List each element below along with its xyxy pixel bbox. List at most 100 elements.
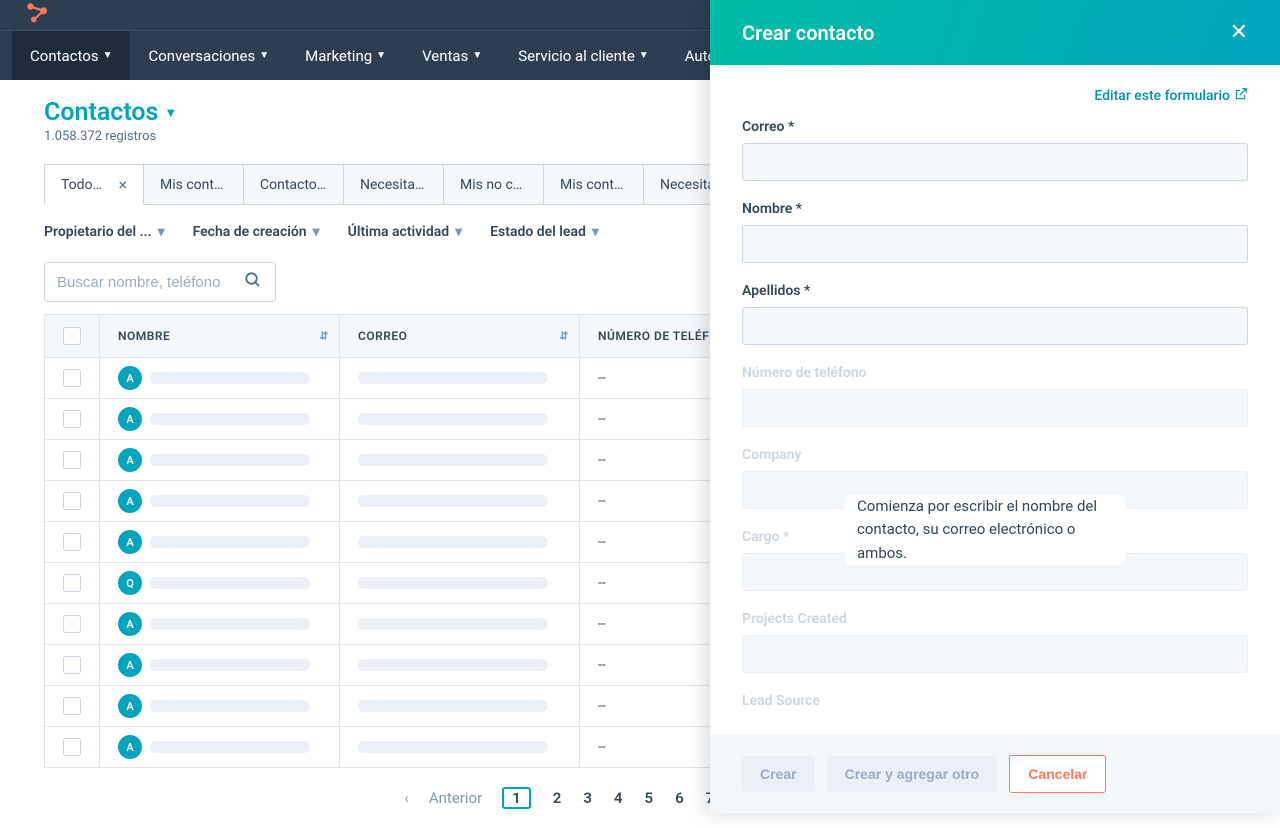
nav-marketing[interactable]: Marketing▼ (287, 31, 404, 80)
avatar: A (118, 448, 142, 472)
avatar: A (118, 653, 142, 677)
avatar: A (118, 407, 142, 431)
row-checkbox[interactable] (63, 615, 81, 633)
avatar: A (118, 612, 142, 636)
avatar: A (118, 735, 142, 759)
name-placeholder (150, 577, 310, 589)
row-checkbox[interactable] (63, 574, 81, 592)
create-contact-panel: Crear contacto ✕ Editar este formulario … (710, 0, 1280, 813)
page-2[interactable]: 2 (553, 789, 562, 807)
row-checkbox[interactable] (63, 451, 81, 469)
page-prev[interactable]: Anterior (429, 789, 482, 807)
label-company: Company (742, 447, 1248, 463)
filter-propietario[interactable]: Propietario del ...▾ (44, 224, 165, 240)
nav-ventas[interactable]: Ventas▼ (404, 31, 500, 80)
chevron-down-icon: ▼ (376, 50, 386, 61)
chevron-down-icon: ▼ (103, 50, 113, 61)
row-checkbox[interactable] (63, 410, 81, 428)
name-placeholder (150, 741, 310, 753)
search-input[interactable] (44, 262, 276, 302)
name-placeholder (150, 659, 310, 671)
name-placeholder (150, 700, 310, 712)
nav-servicio[interactable]: Servicio al cliente▼ (500, 31, 666, 80)
page-prev-arrow[interactable]: ‹ (404, 789, 409, 807)
chevron-down-icon: ▾ (313, 224, 320, 240)
email-placeholder (358, 741, 548, 753)
name-placeholder (150, 536, 310, 548)
chevron-down-icon: ▼ (164, 105, 177, 121)
avatar: A (118, 489, 142, 513)
input-apellidos[interactable] (742, 307, 1248, 345)
chevron-down-icon: ▾ (158, 224, 165, 240)
input-projects (742, 635, 1248, 673)
avatar: A (118, 530, 142, 554)
page-5[interactable]: 5 (644, 789, 653, 807)
col-correo[interactable]: CORREO⇵ (340, 315, 580, 358)
external-link-icon (1234, 87, 1248, 105)
sort-icon[interactable]: ⇵ (319, 330, 329, 343)
edit-form-link[interactable]: Editar este formulario (742, 87, 1248, 105)
nav-contactos[interactable]: Contactos▼ (12, 31, 130, 80)
close-panel-button[interactable]: ✕ (1230, 20, 1248, 45)
avatar: A (118, 694, 142, 718)
email-placeholder (358, 536, 548, 548)
row-checkbox[interactable] (63, 369, 81, 387)
page-6[interactable]: 6 (675, 789, 684, 807)
tab-5[interactable]: Mis conta... (544, 164, 644, 205)
email-placeholder (358, 372, 548, 384)
row-checkbox[interactable] (63, 656, 81, 674)
page-3[interactable]: 3 (583, 789, 592, 807)
chevron-down-icon: ▼ (639, 50, 649, 61)
search-icon[interactable] (244, 271, 262, 293)
chevron-down-icon: ▼ (472, 50, 482, 61)
tab-1[interactable]: Mis conta... (144, 164, 244, 205)
name-placeholder (150, 454, 310, 466)
label-nombre: Nombre * (742, 201, 1248, 217)
input-nombre[interactable] (742, 225, 1248, 263)
nav-conversaciones[interactable]: Conversaciones▼ (130, 31, 287, 80)
hubspot-logo-icon (24, 0, 50, 30)
label-apellidos: Apellidos * (742, 283, 1248, 299)
filter-actividad[interactable]: Última actividad▾ (348, 224, 462, 240)
label-telefono: Número de teléfono (742, 365, 1248, 381)
input-telefono (742, 389, 1248, 427)
helper-tooltip: Comienza por escribir el nombre del cont… (845, 495, 1125, 565)
sort-icon[interactable]: ⇵ (559, 330, 569, 343)
chevron-down-icon: ▼ (259, 50, 269, 61)
name-placeholder (150, 413, 310, 425)
input-correo[interactable] (742, 143, 1248, 181)
name-placeholder (150, 618, 310, 630)
email-placeholder (358, 659, 548, 671)
email-placeholder (358, 577, 548, 589)
close-icon[interactable]: × (118, 175, 127, 194)
filter-estado[interactable]: Estado del lead▾ (490, 224, 599, 240)
cancelar-button[interactable]: Cancelar (1009, 755, 1106, 793)
email-placeholder (358, 618, 548, 630)
name-placeholder (150, 495, 310, 507)
page-1[interactable]: 1 (502, 787, 531, 809)
page-title[interactable]: Contactos▼ (44, 98, 177, 127)
row-checkbox[interactable] (63, 697, 81, 715)
avatar: A (118, 366, 142, 390)
panel-title: Crear contacto (742, 21, 874, 45)
page-4[interactable]: 4 (614, 789, 623, 807)
email-placeholder (358, 413, 548, 425)
email-placeholder (358, 454, 548, 466)
email-placeholder (358, 495, 548, 507)
row-checkbox[interactable] (63, 533, 81, 551)
row-checkbox[interactable] (63, 738, 81, 756)
filter-fecha[interactable]: Fecha de creación▾ (193, 224, 320, 240)
tab-4[interactable]: Mis no co... (444, 164, 544, 205)
col-nombre[interactable]: NOMBRE⇵ (100, 315, 340, 358)
email-placeholder (358, 700, 548, 712)
tab-2[interactable]: Contacto... (244, 164, 344, 205)
chevron-down-icon: ▾ (592, 224, 599, 240)
label-projects: Projects Created (742, 611, 1248, 627)
chevron-down-icon: ▾ (455, 224, 462, 240)
tab-3[interactable]: Necesita ... (344, 164, 444, 205)
row-checkbox[interactable] (63, 492, 81, 510)
label-lead-source: Lead Source (742, 693, 1248, 709)
tab-todos[interactable]: Todos l...× (44, 164, 144, 205)
label-correo: Correo * (742, 119, 1248, 135)
select-all-checkbox[interactable] (63, 327, 81, 345)
